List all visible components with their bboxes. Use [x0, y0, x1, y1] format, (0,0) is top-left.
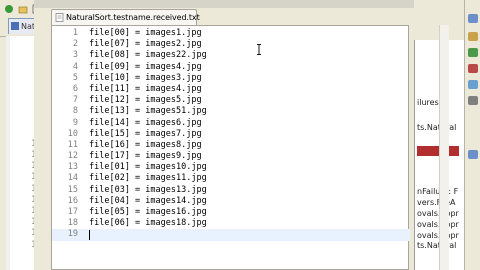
- file-tab[interactable]: NaturalSort.testname.received.txt: [51, 9, 200, 25]
- editor-line[interactable]: 1 file[00] = images1.jpg: [52, 28, 410, 39]
- line-text: file[15] = images7.jpg: [89, 128, 202, 139]
- green-icon[interactable]: [468, 48, 478, 57]
- editor-line[interactable]: 9 file[14] = images6.jpg: [52, 118, 410, 129]
- line-number: 11: [67, 139, 78, 150]
- right-sidebar: [464, 0, 480, 270]
- failure-bar: [417, 146, 459, 156]
- editor-line[interactable]: 11 file[16] = images8.jpg: [52, 140, 410, 151]
- run-icon[interactable]: [4, 4, 14, 14]
- window-titlebar: [34, 0, 414, 8]
- diff-window: NaturalSort.testname.received.txt 1 file[…: [34, 0, 449, 270]
- java-file-icon: [11, 22, 19, 30]
- line-text: file[13] = images51.jpg: [89, 106, 207, 117]
- line-text: file[00] = images1.jpg: [89, 28, 202, 38]
- line-text: file[02] = images11.jpg: [89, 173, 207, 184]
- editor-line[interactable]: 19: [52, 229, 410, 241]
- editor-line[interactable]: 8 file[13] = images51.jpg: [52, 106, 410, 117]
- editor-line[interactable]: 2 file[07] = images2.jpg: [52, 39, 410, 50]
- package-icon[interactable]: [468, 32, 478, 41]
- line-text: file[09] = images4.jpg: [89, 61, 202, 72]
- red-icon[interactable]: [468, 64, 478, 73]
- line-text: file[01] = images10.jpg: [89, 162, 207, 173]
- line-text: file[12] = images5.jpg: [89, 95, 202, 106]
- line-number: 13: [67, 162, 78, 173]
- line-text: file[10] = images3.jpg: [89, 72, 202, 83]
- editor-line[interactable]: 3 file[08] = images22.jpg: [52, 50, 410, 61]
- line-text: file[05] = images16.jpg: [89, 207, 207, 217]
- text-cursor-icon: [257, 44, 261, 55]
- line-number: 18: [67, 218, 78, 229]
- editor-line[interactable]: 12 file[17] = images9.jpg: [52, 151, 410, 162]
- line-number: 9: [72, 117, 78, 128]
- line-text: file[08] = images22.jpg: [89, 50, 207, 61]
- junit-panel-line: ovals.appr: [417, 209, 459, 218]
- text-editor[interactable]: 1 file[00] = images1.jpg 2 file[07] = image…: [51, 25, 410, 270]
- editor-line[interactable]: 14 file[02] = images11.jpg: [52, 173, 410, 184]
- open-icon[interactable]: [18, 4, 28, 14]
- outline-icon[interactable]: [468, 14, 478, 23]
- line-number: 15: [67, 184, 78, 195]
- line-text: file[07] = images2.jpg: [89, 39, 202, 50]
- line-number: 4: [72, 61, 78, 72]
- line-number: 2: [72, 39, 78, 50]
- editor-line[interactable]: 5 file[10] = images3.jpg: [52, 73, 410, 84]
- junit-panel-line: ts.Natural: [417, 241, 457, 250]
- editor-line[interactable]: 15 file[03] = images13.jpg: [52, 185, 410, 196]
- junit-panel-line: vers.FileA: [417, 198, 456, 207]
- line-number: 5: [72, 72, 78, 83]
- line-number: 16: [67, 195, 78, 206]
- gray-icon[interactable]: [468, 96, 478, 105]
- editor-line[interactable]: 7 file[12] = images5.jpg: [52, 95, 410, 106]
- junit-panel-line: ts.Natural: [417, 123, 457, 132]
- junit-panel-line: ovals.appr: [417, 220, 459, 229]
- text-caret: [89, 229, 90, 240]
- file-tab-title: NaturalSort.testname.received.txt: [66, 13, 200, 22]
- tool-icon[interactable]: [468, 150, 478, 159]
- line-number: 8: [72, 106, 78, 117]
- line-number: 17: [67, 207, 78, 217]
- line-text: file[17] = images9.jpg: [89, 151, 202, 162]
- line-number: 19: [67, 229, 78, 240]
- line-number: 14: [67, 173, 78, 184]
- line-number: 3: [72, 50, 78, 61]
- editor-line[interactable]: 16 file[04] = images14.jpg: [52, 196, 410, 207]
- background-gutter: [6, 36, 10, 270]
- line-number: 12: [67, 151, 78, 162]
- line-number: 6: [72, 83, 78, 94]
- blue-icon[interactable]: [468, 80, 478, 89]
- line-text: file[03] = images13.jpg: [89, 184, 207, 195]
- editor-lines: 1 file[00] = images1.jpg 2 file[07] = image…: [52, 28, 410, 241]
- vertical-scrollbar[interactable]: [439, 25, 449, 270]
- line-text: file[16] = images8.jpg: [89, 139, 202, 150]
- line-number: 10: [67, 128, 78, 139]
- editor-line[interactable]: 17 file[05] = images16.jpg: [52, 207, 410, 218]
- line-text: file[06] = images18.jpg: [89, 218, 207, 229]
- editor-line[interactable]: 4 file[09] = images4.jpg: [52, 62, 410, 73]
- line-number: 7: [72, 95, 78, 106]
- line-text: file[14] = images6.jpg: [89, 117, 202, 128]
- editor-line[interactable]: 6 file[11] = images4.jpg: [52, 84, 410, 95]
- junit-panel-line: ovals.appr: [417, 231, 459, 240]
- line-text: file[11] = images4.jpg: [89, 83, 202, 94]
- line-text: file[04] = images14.jpg: [89, 195, 207, 206]
- line-number: 1: [72, 28, 78, 38]
- editor-line[interactable]: 18 file[06] = images18.jpg: [52, 218, 410, 229]
- junit-panel-line: nFailure: F: [417, 187, 459, 196]
- text-file-icon: [55, 13, 64, 22]
- editor-line[interactable]: 10 file[15] = images7.jpg: [52, 129, 410, 140]
- editor-line[interactable]: 13 file[01] = images10.jpg: [52, 162, 410, 173]
